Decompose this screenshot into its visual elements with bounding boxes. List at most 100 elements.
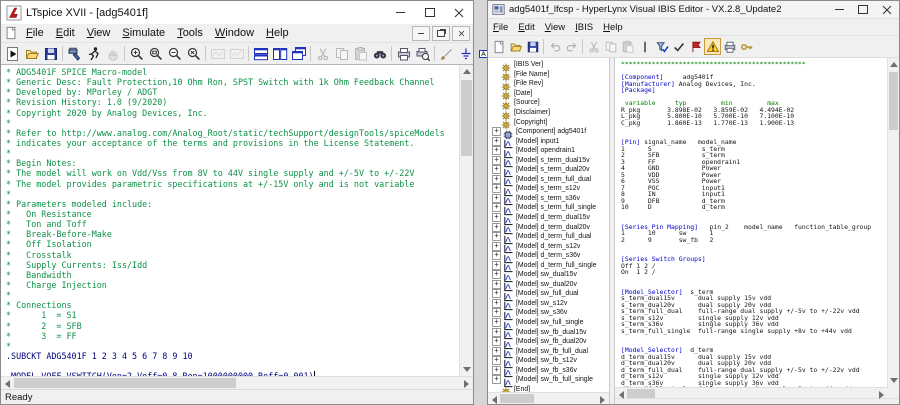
tree-item[interactable]: +[Model] d_term_full_single [490,260,609,270]
tree-item[interactable]: +[Model] d_term_dual15v [490,213,609,223]
print-preview-icon[interactable] [413,45,432,63]
ibis-keyword-tree[interactable]: [IBIS Ver][File Name][File Rev][Date][So… [488,58,609,392]
menu-ibis[interactable]: IBIS [570,22,598,33]
expand-plus-icon[interactable]: + [492,251,501,260]
tree-item[interactable]: [Disclaimer] [490,108,609,118]
redo-icon[interactable] [563,38,580,55]
scroll-right-icon[interactable] [879,391,884,399]
print-icon[interactable] [394,45,413,63]
expand-plus-icon[interactable]: + [492,375,501,384]
tree-item[interactable]: +[Model] sw_full_single [490,318,609,328]
scroll-down-icon[interactable] [890,378,898,383]
tree-item[interactable]: +[Model] s_term_dual20v [490,165,609,175]
mdi-restore-icon[interactable] [432,26,450,41]
scroll-right-icon[interactable] [600,396,605,404]
menu-view[interactable]: View [81,27,117,39]
wire-icon[interactable] [437,45,456,63]
print-icon[interactable] [721,38,738,55]
editor-vertical-scrollbar[interactable] [459,65,473,376]
zoom-back-icon[interactable] [146,45,165,63]
tree-item[interactable]: +[Model] sw_dual15v [490,270,609,280]
undo-icon[interactable] [546,38,563,55]
run-icon[interactable] [84,45,103,63]
paste-icon[interactable] [619,38,636,55]
tree-item[interactable]: +[Model] sw_fb_s36v [490,366,609,376]
menu-edit[interactable]: Edit [50,27,81,39]
close-icon[interactable] [875,1,899,18]
tree-item[interactable]: [Source] [490,98,609,108]
menu-help[interactable]: Help [260,27,295,39]
scroll-down-icon[interactable] [463,367,471,372]
minimize-icon[interactable] [386,1,415,24]
ibis-file-viewer[interactable]: ****************************************… [615,58,887,387]
editor-horizontal-scrollbar[interactable] [1,376,473,389]
scroll-right-icon[interactable] [464,380,469,388]
tree-item[interactable]: +[Model] s_term_dual15v [490,155,609,165]
find-icon[interactable] [370,45,389,63]
scrollbar-thumb[interactable] [14,378,236,388]
tree-item[interactable]: +[Model] sw_full_dual [490,289,609,299]
tree-item[interactable]: +[Model] opendrain1 [490,146,609,156]
expand-plus-icon[interactable]: + [492,165,501,174]
expand-plus-icon[interactable]: + [492,356,501,365]
menu-window[interactable]: Window [209,27,260,39]
plot-pane-icon[interactable] [208,45,227,63]
tile-horizontal-icon[interactable] [251,45,270,63]
open-icon[interactable] [22,45,41,63]
check-model-icon[interactable] [653,38,670,55]
zoom-full-icon[interactable] [184,45,203,63]
tree-item[interactable]: +[Model] sw_dual20v [490,280,609,290]
menu-simulate[interactable]: Simulate [116,27,171,39]
cursor-icon[interactable] [636,38,653,55]
close-icon[interactable] [444,1,473,24]
tree-item[interactable]: +[Component] adg5401f [490,127,609,137]
text-horizontal-scrollbar[interactable] [615,387,888,398]
tree-item[interactable]: +[Model] d_term_s12v [490,241,609,251]
tree-item[interactable]: [End] [490,385,609,392]
scroll-left-icon[interactable] [619,391,624,399]
ground-icon[interactable] [456,45,475,63]
tree-horizontal-scrollbar[interactable] [488,392,609,404]
menu-help[interactable]: Help [598,22,628,33]
menu-view[interactable]: View [540,22,570,33]
scrollbar-thumb[interactable] [461,80,472,156]
plot-settings-icon[interactable] [227,45,246,63]
tree-item[interactable]: [File Rev] [490,79,609,89]
tree-item[interactable]: +[Model] d_term_dual20v [490,222,609,232]
new-icon[interactable] [490,38,507,55]
tree-item[interactable]: +[Model] d_term_s36v [490,251,609,261]
tree-item[interactable]: +[Model] s_term_s12v [490,184,609,194]
help-key-icon[interactable] [738,38,755,55]
tree-item[interactable]: +[Model] sw_fb_dual15v [490,327,609,337]
new-schematic-icon[interactable] [3,45,22,63]
expand-plus-icon[interactable]: + [492,318,501,327]
save-icon[interactable] [41,45,60,63]
tree-item[interactable]: [IBIS Ver] [490,60,609,70]
zoom-in-icon[interactable] [127,45,146,63]
expand-plus-icon[interactable]: + [492,127,501,136]
scroll-up-icon[interactable] [890,62,898,67]
tree-item[interactable]: +[Model] sw_s12v [490,299,609,309]
scroll-left-icon[interactable] [5,380,10,388]
tree-item[interactable]: [Date] [490,89,609,99]
scrollbar-thumb[interactable] [627,389,655,398]
tree-item[interactable]: [File Name] [490,70,609,80]
tree-item[interactable]: +[Model] input1 [490,136,609,146]
spice-code-editor[interactable]: * ADG5401F SPICE Macro-model* Generic De… [1,65,459,376]
tree-item[interactable]: [Copyright] [490,117,609,127]
expand-plus-icon[interactable]: + [492,232,501,241]
ltspice-titlebar[interactable]: LTspice XVII - [adg5401f] [1,1,473,24]
scroll-left-icon[interactable] [492,396,497,404]
save-icon[interactable] [524,38,541,55]
ibis-titlebar[interactable]: adg5401f_lfcsp - HyperLynx Visual IBIS E… [488,1,899,19]
scroll-up-icon[interactable] [463,69,471,74]
error-flag-icon[interactable] [687,38,704,55]
menu-tools[interactable]: Tools [171,27,209,39]
open-icon[interactable] [507,38,524,55]
control-panel-icon[interactable] [65,45,84,63]
expand-plus-icon[interactable]: + [492,270,501,279]
tree-item[interactable]: +[Model] d_term_full_dual [490,232,609,242]
scrollbar-thumb[interactable] [500,394,534,403]
mdi-minimize-icon[interactable] [412,26,430,41]
maximize-icon[interactable] [851,1,875,18]
